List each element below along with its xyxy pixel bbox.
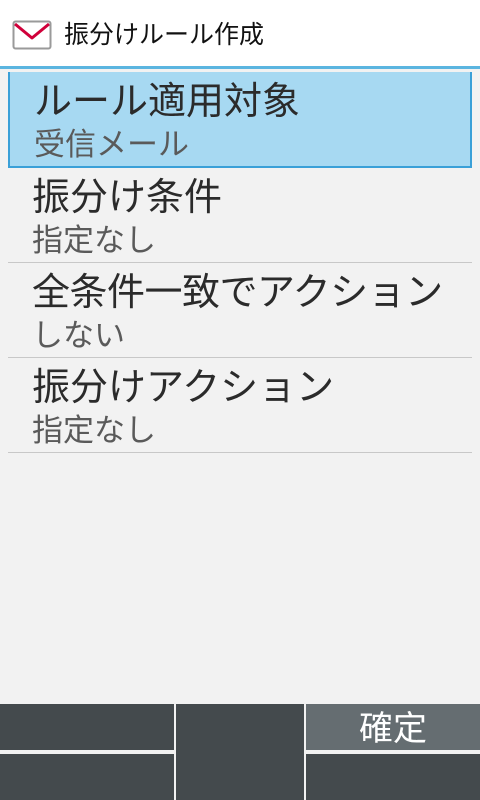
softkey-center[interactable] xyxy=(176,704,304,800)
softkey-left-bottom[interactable] xyxy=(0,754,174,800)
list-item-filter-action[interactable]: 振分けアクション 指定なし xyxy=(8,358,472,453)
list-item-title: 全条件一致でアクション xyxy=(32,270,443,314)
page-title: 振分けルール作成 xyxy=(64,20,265,49)
settings-list: ルール適用対象 受信メール 振分け条件 指定なし 全条件一致でアクション しない… xyxy=(0,72,480,453)
softkey-bar: 確定 xyxy=(0,704,480,800)
list-item-title: ルール適用対象 xyxy=(34,79,301,123)
list-item-title: 振分け条件 xyxy=(32,175,223,219)
mail-icon xyxy=(12,20,52,50)
softkey-left-top[interactable] xyxy=(0,704,174,750)
list-item-value: 指定なし xyxy=(32,413,156,449)
list-item-rule-target[interactable]: ルール適用対象 受信メール xyxy=(8,72,472,168)
list-item-value: 指定なし xyxy=(32,223,156,259)
list-item-filter-conditions[interactable]: 振分け条件 指定なし xyxy=(8,168,472,263)
confirm-button[interactable]: 確定 xyxy=(306,704,480,750)
list-item-all-match-action[interactable]: 全条件一致でアクション しない xyxy=(8,263,472,358)
softkey-right-bottom[interactable] xyxy=(306,754,480,800)
list-item-value: しない xyxy=(32,318,125,354)
list-item-value: 受信メール xyxy=(34,127,189,163)
title-bar: 振分けルール作成 xyxy=(0,0,480,69)
list-item-title: 振分けアクション xyxy=(32,365,335,409)
